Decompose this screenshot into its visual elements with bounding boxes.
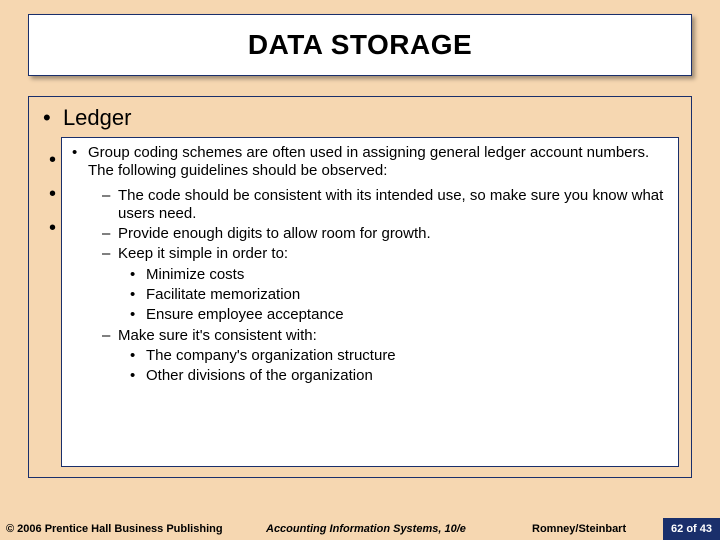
sub-d-ii-text: Other divisions of the organization (146, 367, 373, 385)
main-point: • Group coding schemes are often used in… (72, 144, 666, 181)
bullet-icon: • (72, 144, 88, 181)
bullet-icon: • (130, 367, 146, 385)
footer-page-box: 62 of 43 (663, 518, 720, 540)
sub-c-iii-text: Ensure employee acceptance (146, 306, 344, 324)
footer: © 2006 Prentice Hall Business Publishing… (0, 518, 720, 540)
footer-book: Accounting Information Systems, 10/e (266, 523, 532, 535)
footer-authors: Romney/Steinbart (532, 523, 652, 535)
dash-icon: – (102, 225, 118, 243)
footer-page: 62 of 43 (671, 523, 712, 535)
sub-b-text: Provide enough digits to allow room for … (118, 225, 431, 243)
slide-title: DATA STORAGE (248, 29, 472, 61)
footer-copyright: © 2006 Prentice Hall Business Publishing (0, 523, 266, 535)
bullet-icon: • (130, 286, 146, 304)
ledger-label: Ledger (63, 105, 132, 130)
sub-c-text: Keep it simple in order to: (118, 245, 288, 263)
bullet-icon: • (130, 306, 146, 324)
sub-c-ii-text: Facilitate memorization (146, 286, 300, 304)
dash-icon: – (102, 187, 118, 224)
sub-c-ii: • Facilitate memorization (130, 286, 666, 304)
inner-content-box: • Group coding schemes are often used in… (61, 137, 679, 467)
obscured-bullets: • • • (49, 143, 56, 245)
title-box: DATA STORAGE (28, 14, 692, 76)
sub-d-ii: • Other divisions of the organization (130, 367, 666, 385)
sub-d-i-text: The company's organization structure (146, 347, 396, 365)
sub-a: – The code should be consistent with its… (102, 187, 666, 224)
sub-c-i: • Minimize costs (130, 266, 666, 284)
bullet-icon: • (130, 266, 146, 284)
sub-c-i-text: Minimize costs (146, 266, 244, 284)
sub-c-iii: • Ensure employee acceptance (130, 306, 666, 324)
sub-d: – Make sure it's consistent with: (102, 327, 666, 345)
sub-c: – Keep it simple in order to: (102, 245, 666, 263)
sub-a-text: The code should be consistent with its i… (118, 187, 666, 224)
sub-d-i: • The company's organization structure (130, 347, 666, 365)
main-point-text: Group coding schemes are often used in a… (88, 144, 666, 181)
sub-d-text: Make sure it's consistent with: (118, 327, 317, 345)
sub-b: – Provide enough digits to allow room fo… (102, 225, 666, 243)
bullet-icon: • (130, 347, 146, 365)
dash-icon: – (102, 245, 118, 263)
ledger-bullet: • Ledger (43, 105, 677, 131)
dash-icon: – (102, 327, 118, 345)
outer-content-box: • Ledger • • • • Group coding schemes ar… (28, 96, 692, 478)
